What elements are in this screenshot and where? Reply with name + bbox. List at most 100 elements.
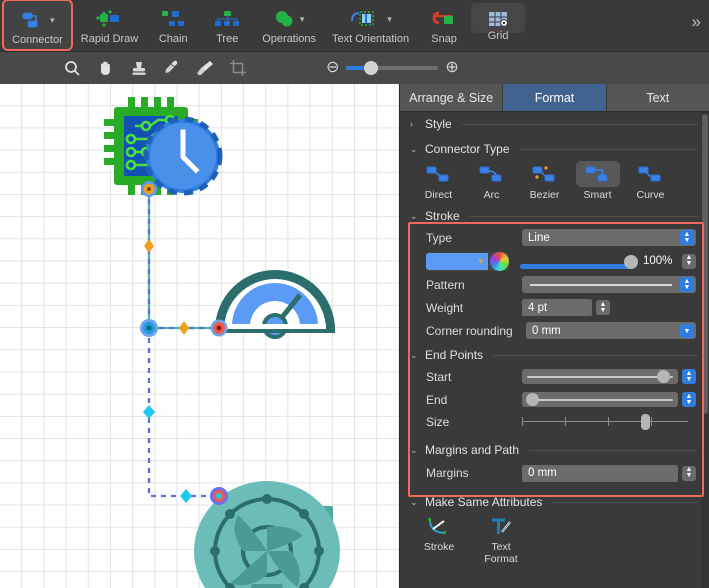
start-thumb[interactable]: [657, 370, 670, 383]
hand-tool-button[interactable]: [89, 52, 122, 84]
chevron-down-icon[interactable]: ▾: [387, 14, 392, 24]
connector-handles[interactable]: [140, 181, 228, 505]
size-thumb[interactable]: [641, 414, 650, 430]
stroke-type-select[interactable]: Line ▲ ▼: [522, 229, 696, 246]
connector-type-direct[interactable]: Direct: [414, 161, 463, 201]
section-make-same-attributes[interactable]: ⌄ Make Same Attributes: [400, 483, 709, 512]
toolbar-item-rapid-draw[interactable]: Rapid Draw: [73, 0, 146, 52]
section-end-points[interactable]: ⌄ End Points: [400, 342, 709, 365]
chain-icon-group: [159, 6, 187, 32]
operations-icon-group: ▾: [274, 6, 305, 32]
smart-connector[interactable]: [147, 189, 219, 498]
section-stroke[interactable]: ⌄ Stroke: [400, 203, 709, 226]
section-connector-type[interactable]: ⌄ Connector Type: [400, 134, 709, 159]
toolbar-item-snap[interactable]: Snap: [417, 0, 471, 52]
toolbar-item-text-orientation[interactable]: ▾ Text Orientation: [324, 0, 417, 52]
eyedropper-tool-button[interactable]: [155, 52, 188, 84]
chevron-down-icon[interactable]: ▾: [50, 15, 55, 25]
brush-icon: [196, 61, 213, 76]
search-tool-button[interactable]: [56, 52, 89, 84]
start-stepper[interactable]: ▲ ▼: [682, 369, 696, 384]
rapid-draw-icon: [95, 10, 119, 27]
toolbar-item-grid[interactable]: Grid: [471, 3, 526, 42]
panel-scrollbar-thumb[interactable]: [702, 114, 708, 414]
connector-type-label-arc: Arc: [483, 189, 500, 201]
connector-type-smart[interactable]: Smart: [573, 161, 622, 201]
smart-icon: [575, 161, 620, 187]
tab-text[interactable]: Text: [606, 84, 709, 111]
tab-format[interactable]: Format: [503, 84, 607, 111]
brush-tool-button[interactable]: [188, 52, 221, 84]
start-endpoint-slider[interactable]: [522, 369, 678, 384]
chevron-down-icon[interactable]: ⌄: [410, 497, 419, 508]
stroke-pattern-select[interactable]: ▲ ▼: [522, 276, 696, 293]
stroke-weight-input[interactable]: 4 pt: [522, 299, 592, 316]
chevron-down-icon[interactable]: ⌄: [410, 144, 419, 155]
stroke-opacity-slider[interactable]: [520, 254, 638, 269]
chevron-down-icon[interactable]: ▾: [300, 14, 305, 24]
margins-label: Margins: [426, 466, 469, 480]
corner-rounding-dropdown-button[interactable]: ▼: [680, 324, 694, 338]
connector-type-label-curve: Curve: [636, 189, 665, 201]
toolbar-item-chain[interactable]: Chain: [146, 0, 200, 52]
chevron-down-icon[interactable]: ▾: [478, 256, 483, 267]
connector-type-curve[interactable]: Curve: [626, 161, 675, 201]
opacity-stepper[interactable]: ▲ ▼: [682, 253, 696, 269]
opacity-fill: [520, 263, 632, 269]
section-title-make-same: Make Same Attributes: [425, 495, 543, 509]
arc-icon: [470, 161, 514, 187]
stroke-type-label: Type: [426, 230, 453, 245]
toolbar-item-operations[interactable]: ▾ Operations: [254, 0, 324, 52]
divider: [461, 123, 698, 125]
crop-tool-button[interactable]: [221, 52, 254, 84]
chevron-right-icon[interactable]: ›: [410, 119, 419, 129]
section-style[interactable]: › Style: [400, 112, 709, 134]
stroke-type-stepper[interactable]: ▲ ▼: [680, 230, 694, 245]
chevron-down-icon[interactable]: ⌄: [410, 350, 419, 361]
end-stepper[interactable]: ▲ ▼: [682, 392, 696, 407]
pattern-stepper[interactable]: ▲ ▼: [680, 277, 694, 292]
connector-type-arc[interactable]: Arc: [467, 161, 516, 201]
tree-icon: [215, 11, 240, 26]
weight-stepper[interactable]: ▲ ▼: [596, 300, 610, 315]
section-title-end-points: End Points: [425, 348, 484, 362]
toolbar-item-connector[interactable]: ▾ Connector: [2, 0, 73, 51]
stroke-color-swatch[interactable]: ▾: [426, 252, 488, 270]
opacity-thumb[interactable]: [624, 254, 638, 269]
tab-arrange-and-size[interactable]: Arrange & Size: [400, 84, 504, 111]
toolbar-item-tree[interactable]: Tree: [200, 0, 254, 52]
color-wheel-icon[interactable]: [490, 251, 509, 271]
stroke-attr-icon: [428, 518, 446, 534]
chain-icon: [162, 11, 185, 26]
stroke-pattern-label: Pattern: [426, 277, 465, 292]
gauge-shape[interactable]: [215, 270, 335, 339]
margins-stepper[interactable]: ▲ ▼: [682, 465, 696, 481]
toolbar-overflow-button[interactable]: »: [692, 0, 709, 32]
end-endpoint-slider[interactable]: [522, 392, 678, 407]
section-title-style: Style: [425, 117, 452, 131]
chevron-down-icon[interactable]: ⌄: [410, 211, 419, 222]
stamp-tool-button[interactable]: [122, 52, 155, 84]
connector-type-label-smart: Smart: [583, 189, 612, 201]
zoom-slider-thumb[interactable]: [364, 61, 379, 75]
diagram-canvas[interactable]: [0, 84, 399, 588]
end-thumb[interactable]: [526, 393, 539, 406]
margins-input[interactable]: 0 mm: [522, 464, 678, 482]
connector-type-bezier[interactable]: Bezier: [520, 161, 569, 201]
make-same-stroke[interactable]: Stroke: [414, 516, 464, 565]
endpoint-size-slider[interactable]: [522, 414, 688, 430]
zoom-in-icon[interactable]: ⊕: [445, 60, 458, 76]
panel-scrollbar[interactable]: [701, 112, 709, 588]
snap-icon: [432, 11, 454, 25]
zoom-slider[interactable]: [346, 61, 439, 75]
section-margins-and-path[interactable]: ⌄ Margins and Path: [400, 433, 709, 460]
stroke-type-row: Type Line ▲ ▼: [400, 226, 709, 249]
zoom-out-icon[interactable]: ⊖: [326, 60, 339, 76]
clock-shape[interactable]: [143, 116, 223, 196]
size-track: [522, 421, 688, 422]
chevron-down-icon[interactable]: ⌄: [410, 445, 419, 456]
grid-icon-group: [485, 9, 511, 29]
corner-rounding-select[interactable]: 0 mm ▼: [526, 322, 696, 339]
pattern-preview: [530, 284, 672, 286]
make-same-text-format[interactable]: Text Format: [476, 516, 526, 565]
